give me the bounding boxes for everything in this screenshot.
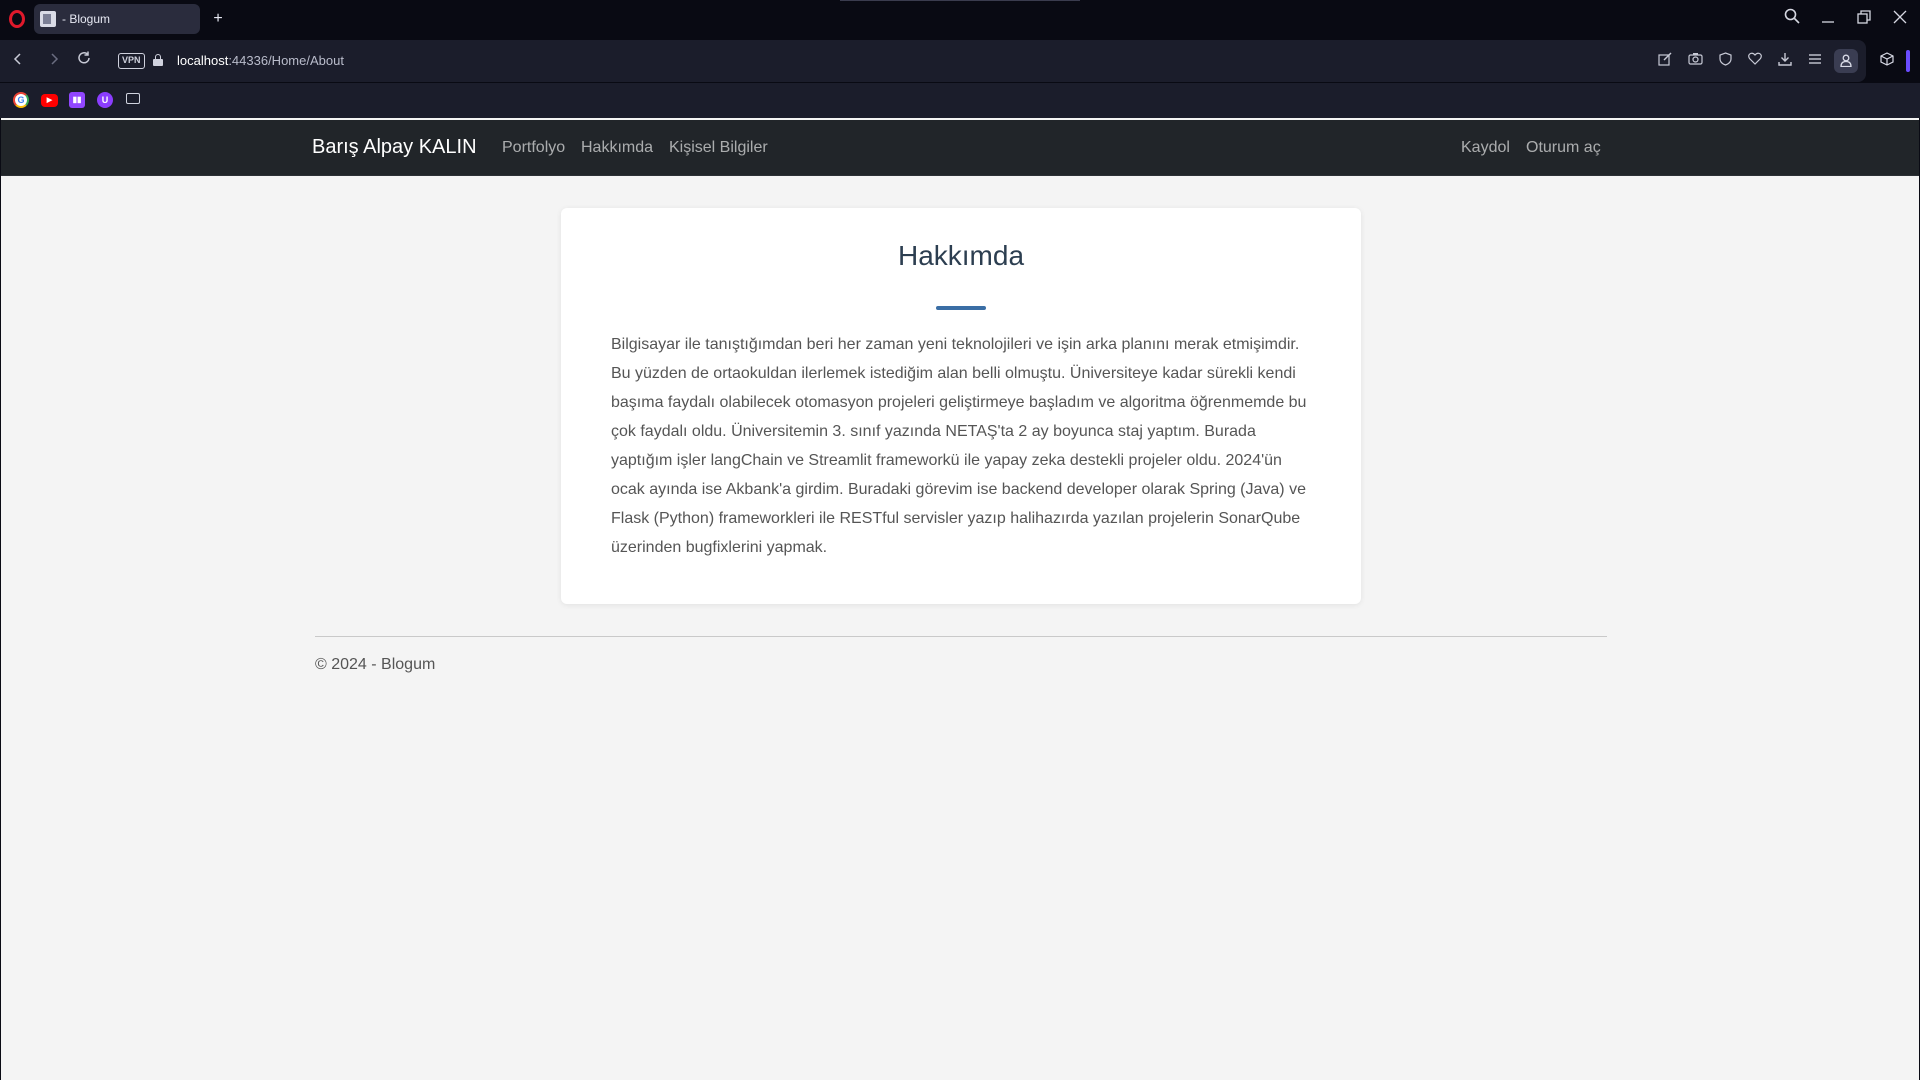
sidebar-accent-bar [1906,50,1910,72]
site-brand[interactable]: Barış Alpay KALIN [312,136,477,159]
address-toolbar: VPN localhost:44336/Home/About [0,40,1920,82]
address-toolbar-bg: VPN localhost:44336/Home/About [0,40,1866,82]
profile-icon[interactable] [1834,49,1858,73]
new-tab-button[interactable]: + [208,9,228,29]
browser-titlebar: - Blogum + [0,0,1920,40]
shield-icon[interactable] [1716,52,1734,70]
url-host: localhost [177,53,229,68]
camera-icon[interactable] [1686,52,1704,70]
extensions-icon[interactable] [1878,52,1896,70]
page-viewport: Barış Alpay KALIN Portfolyo Hakkımda Kiş… [0,118,1920,1080]
about-title: Hakkımda [897,240,1025,271]
opera-menu-icon[interactable] [9,10,25,28]
download-icon[interactable] [1776,52,1794,70]
url-field[interactable]: localhost:44336/Home/About [177,53,344,68]
footer-copyright: © 2024 - Blogum [315,656,436,673]
site-navbar: Barış Alpay KALIN Portfolyo Hakkımda Kiş… [1,120,1919,176]
register-link[interactable]: Kaydol [1461,139,1510,157]
easy-setup-icon[interactable] [1806,52,1824,70]
back-arrow-icon[interactable] [8,51,28,71]
heart-icon[interactable] [1746,52,1764,70]
twitch-icon[interactable]: ▮▮ [69,92,85,108]
search-icon[interactable] [1780,8,1804,32]
url-path: :44336/Home/About [228,53,344,68]
minimize-icon[interactable] [1816,8,1840,32]
page-favicon-icon [40,11,56,27]
folder-icon[interactable] [126,93,140,104]
nav-link-portfolyo[interactable]: Portfolyo [502,139,565,157]
nav-link-hakkimda[interactable]: Hakkımda [581,139,653,157]
lock-icon[interactable] [153,54,163,66]
u-icon[interactable]: U [97,92,113,108]
restore-icon[interactable] [1852,8,1876,32]
footer-divider [315,636,1607,637]
youtube-icon[interactable]: ▶ [41,94,58,107]
about-card: Hakkımda Bilgisayar ile tanıştığımdan be… [561,208,1361,604]
browser-tab[interactable]: - Blogum [34,4,200,34]
titlebar-drag-line [840,0,1080,1]
tab-title: - Blogum [62,12,111,26]
nav-link-kisisel-bilgiler[interactable]: Kişisel Bilgiler [669,139,768,157]
about-body: Bilgisayar ile tanıştığımdan beri her za… [611,336,1307,556]
title-divider [936,306,986,310]
edit-icon[interactable] [1656,52,1674,70]
reload-icon[interactable] [74,51,94,71]
close-icon[interactable] [1888,8,1912,32]
bookmarks-bar: G ▶ ▮▮ U [0,82,1920,118]
forward-arrow-icon[interactable] [44,51,64,71]
vpn-badge[interactable]: VPN [118,53,145,69]
login-link[interactable]: Oturum aç [1526,139,1601,157]
google-icon[interactable]: G [13,92,29,108]
